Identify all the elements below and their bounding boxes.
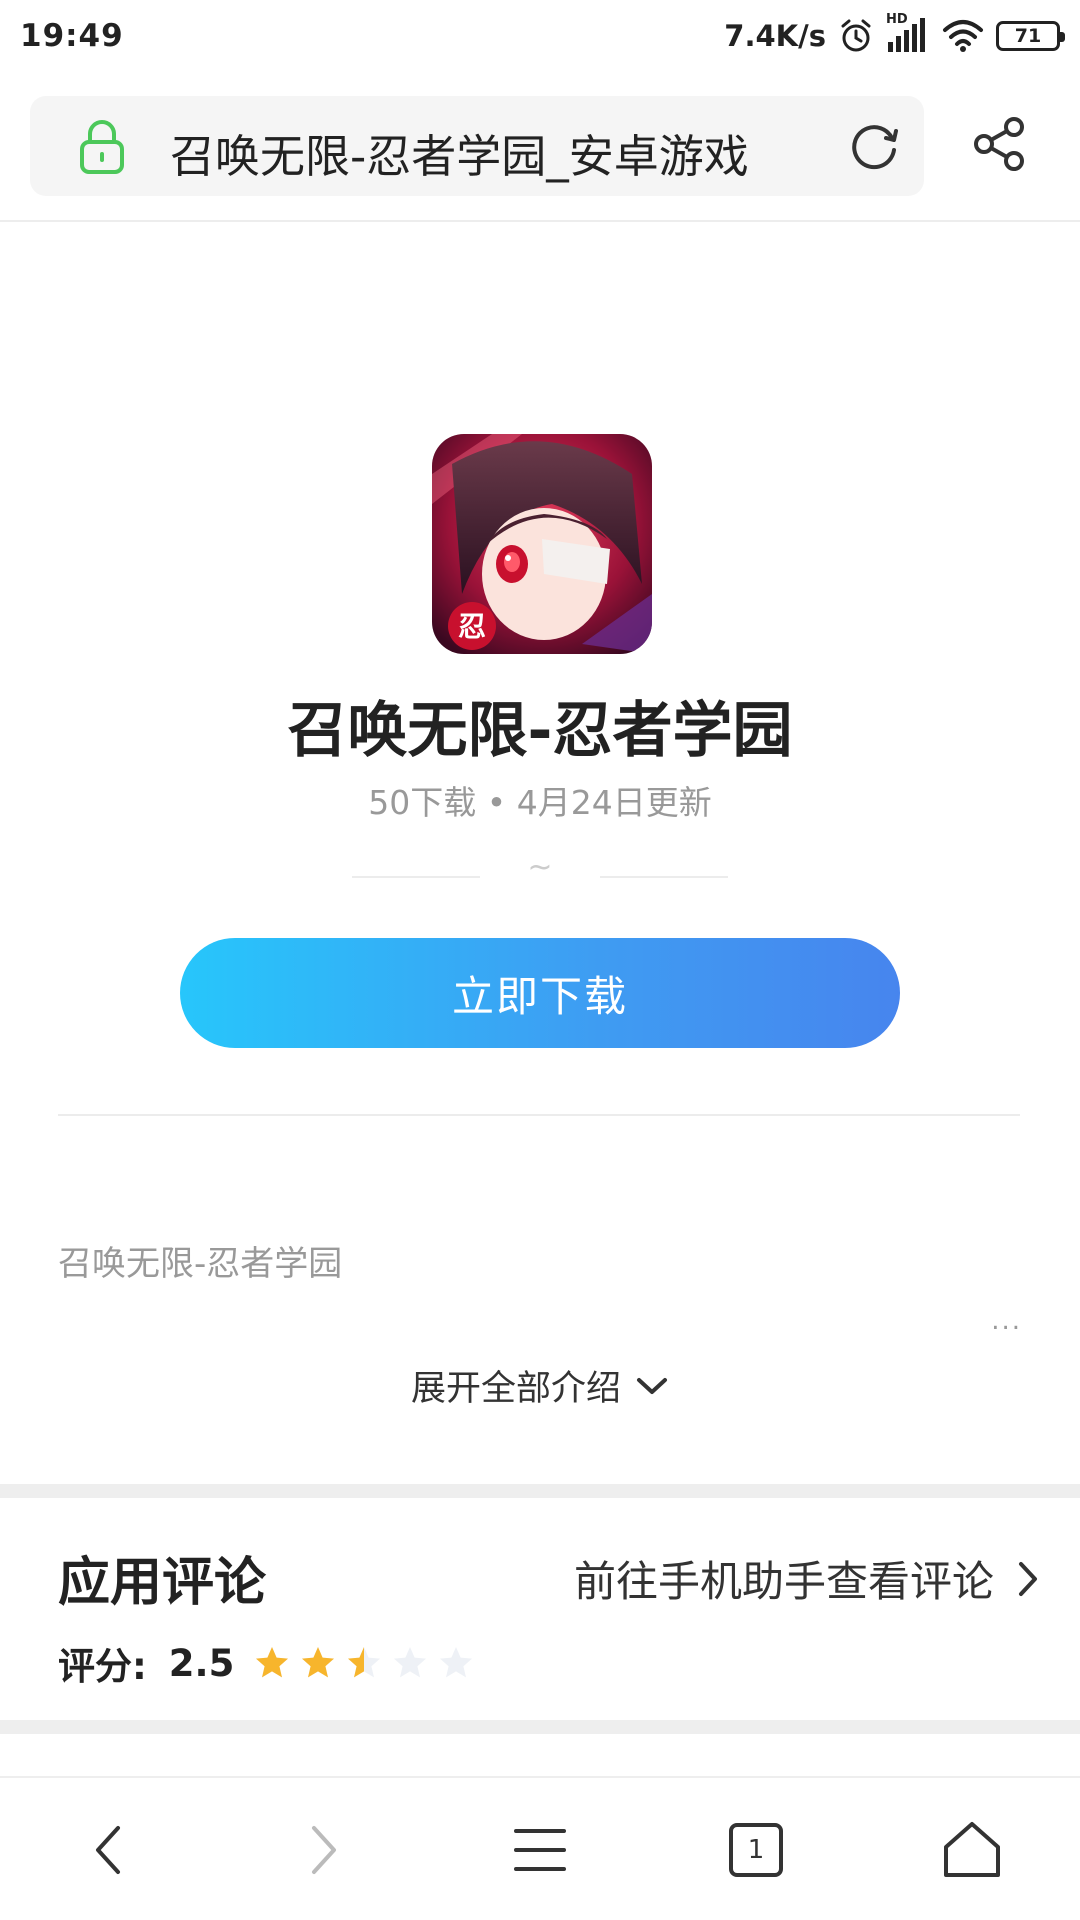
tab-count: 1: [747, 1835, 765, 1865]
signal-group: HD: [886, 12, 930, 56]
rating-value: 2.5: [168, 1641, 235, 1685]
chevron-right-icon: [1019, 1561, 1037, 1596]
menu-icon: [514, 1829, 566, 1871]
lock-icon: [80, 120, 124, 174]
url-box[interactable]: 召唤无限-忍者学园_安卓游戏: [30, 96, 924, 196]
app-icon: 忍: [432, 434, 652, 654]
app-icon-art: 忍: [432, 434, 652, 654]
star-icon: [440, 1647, 473, 1678]
star-icon: [348, 1647, 381, 1678]
rating-label: 评分:: [58, 1645, 147, 1688]
section-gap: [0, 1484, 1080, 1498]
nav-tabs[interactable]: 1: [676, 1778, 836, 1920]
reviews-link-label: 前往手机助手查看评论: [573, 1557, 994, 1606]
tilde-line-right: [600, 876, 728, 878]
expand-intro-link[interactable]: 展开全部介绍: [0, 1360, 1080, 1411]
url-text[interactable]: 召唤无限-忍者学园_安卓游戏: [170, 120, 830, 185]
star-icon: [394, 1647, 427, 1678]
address-bar: 召唤无限-忍者学园_安卓游戏: [0, 96, 1080, 196]
refresh-icon[interactable]: [846, 118, 902, 174]
alarm-icon: [841, 19, 871, 52]
status-time: 19:49: [20, 18, 124, 54]
nav-forward[interactable]: [244, 1778, 404, 1920]
rating-stars: [254, 1645, 474, 1681]
download-button[interactable]: 立即下载: [180, 938, 900, 1048]
bottom-nav: 1: [0, 1776, 1080, 1920]
tabs-icon: 1: [729, 1823, 783, 1877]
chevron-down-icon: [637, 1377, 667, 1394]
star-icon: [256, 1647, 289, 1678]
app-icon-badge: 忍: [458, 610, 486, 643]
home-icon: [944, 1822, 1000, 1877]
nav-menu[interactable]: [460, 1778, 620, 1920]
app-title: 召唤无限-忍者学园: [287, 696, 793, 766]
nav-back[interactable]: [28, 1778, 188, 1920]
forward-arrow-icon: [312, 1826, 336, 1874]
wifi-icon: [943, 20, 983, 52]
intro-text: 召唤无限-忍者学园: [58, 1244, 343, 1284]
tilde-ornament: ~: [527, 850, 553, 885]
cell-signal-icon: [888, 18, 925, 52]
network-speed: 7.4K/s: [724, 19, 826, 53]
status-bar: 19:49 7.4K/s HD 71: [0, 0, 1080, 76]
reviews-title: 应用评论: [58, 1553, 267, 1613]
star-icon: [302, 1647, 335, 1678]
header-divider: [0, 220, 1080, 222]
expand-intro-label: 展开全部介绍: [410, 1369, 621, 1409]
reviews-link[interactable]: 前往手机助手查看评论: [574, 1548, 1040, 1609]
share-icon[interactable]: [970, 114, 1030, 174]
back-arrow-icon: [96, 1826, 120, 1874]
section-gap-bottom: [0, 1720, 1080, 1734]
section-divider: [58, 1114, 1020, 1116]
nav-home[interactable]: [892, 1778, 1052, 1920]
app-meta: 50下载 • 4月24日更新: [368, 783, 712, 822]
battery-indicator: 71: [996, 21, 1065, 51]
status-indicators: 7.4K/s HD 71: [724, 12, 1065, 58]
intro-ellipsis: ...: [991, 1306, 1022, 1336]
rating-row: 评分: 2.5: [58, 1636, 474, 1690]
